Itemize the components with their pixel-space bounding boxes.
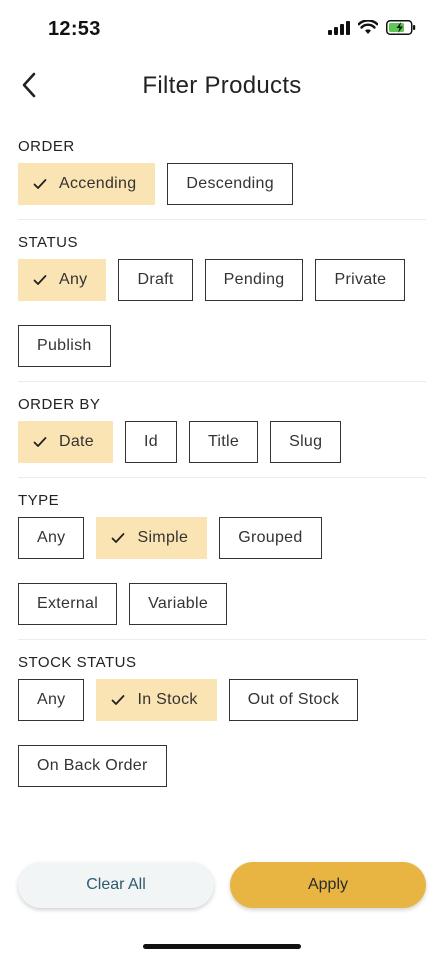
filter-chip[interactable]: In Stock [96,679,217,721]
filter-chip[interactable]: On Back Order [18,745,167,787]
chip-group: Any In Stock Out of Stock On Back Order [18,679,426,787]
checkmark-icon [33,179,47,189]
chip-label: Accending [59,175,137,192]
wifi-icon [358,20,378,34]
filter-section: STATUS Any Draft Pending Private Publish [18,220,426,382]
filter-section: STOCK STATUS Any In Stock Out of Stock On Ba… [18,640,426,801]
bottom-actions: Clear All Apply [18,862,426,908]
battery-charging-icon [386,20,416,35]
checkmark-icon [112,695,125,705]
checkmark-icon [33,437,47,447]
filter-chip[interactable]: Simple [96,517,208,559]
filter-chip[interactable]: Variable [129,583,228,625]
chip-label: Slug [289,433,323,450]
chip-label: Publish [37,337,92,354]
chip-group: Any Simple Grouped External Variable [18,517,426,625]
filter-chip[interactable]: Any [18,679,85,721]
filter-chip[interactable]: Descending [167,163,293,205]
cellular-signal-icon [328,20,350,35]
filter-chip[interactable]: Any [18,259,107,301]
chip-label: Any [59,271,88,288]
filter-chip[interactable]: Date [18,421,113,463]
chip-label: Any [37,529,66,546]
filter-chip[interactable]: Accending [18,163,156,205]
chip-group: Date Id Title Slug [18,421,426,463]
chip-group: Accending Descending [18,163,426,205]
clear-all-button[interactable]: Clear All [18,862,214,908]
filter-chip[interactable]: Grouped [219,517,322,559]
filter-section: TYPE Any Simple Grouped External Variable [18,478,426,640]
checkmark-icon [112,533,125,543]
home-indicator [143,944,301,949]
nav-bar: Filter Products [0,62,444,110]
chip-label: Private [334,271,387,288]
filter-chip[interactable]: Publish [18,325,111,367]
chip-label: Date [59,433,94,450]
status-bar: 12:53 [0,0,444,58]
chip-label: Id [144,433,158,450]
chip-group: Any Draft Pending Private Publish [18,259,426,367]
checkmark-icon [33,275,47,285]
section-title: ORDER [18,138,75,155]
status-icons [328,20,416,35]
filter-chip[interactable]: Private [315,259,406,301]
filter-section: ORDER Accending Descending [18,124,426,220]
chip-label: Grouped [238,529,303,546]
chip-label: On Back Order [37,757,148,774]
chip-label: Descending [186,175,274,192]
filter-chip[interactable]: External [18,583,118,625]
chip-label: Simple [137,529,189,546]
section-title: STATUS [18,234,78,251]
filter-chip[interactable]: Id [125,421,177,463]
chip-label: Draft [137,271,174,288]
apply-button[interactable]: Apply [230,862,426,908]
chip-label: In Stock [137,691,198,708]
filter-sections: ORDER Accending Descending STATUS Any Draft Pe… [18,124,426,801]
filter-section: ORDER BY Date Id Title Slug [18,382,426,478]
chip-label: Out of Stock [247,691,340,708]
section-title: STOCK STATUS [18,654,137,671]
filter-chip[interactable]: Title [188,421,259,463]
filter-chip[interactable]: Slug [270,421,342,463]
status-time: 12:53 [48,18,101,40]
section-title: ORDER BY [18,396,101,413]
chip-label: Title [207,433,240,450]
filter-chip[interactable]: Any [18,517,85,559]
chip-label: External [37,595,99,612]
page-title: Filter Products [142,72,302,99]
filter-chip[interactable]: Out of Stock [228,679,359,721]
chip-label: Pending [223,271,285,288]
section-title: TYPE [18,492,60,509]
filter-chip[interactable]: Draft [118,259,193,301]
chip-label: Variable [148,595,209,612]
filter-chip[interactable]: Pending [204,259,304,301]
chip-label: Any [37,691,66,708]
